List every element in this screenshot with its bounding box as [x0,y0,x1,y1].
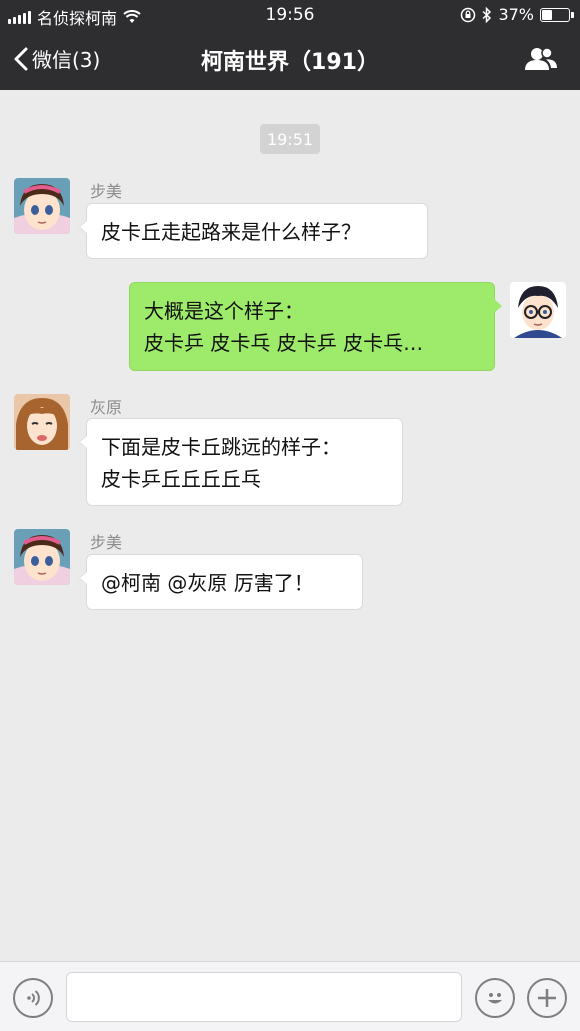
emoji-button[interactable] [475,978,515,1018]
emoji-icon [488,993,502,1004]
rotation-lock-icon [461,7,476,22]
message-bubble[interactable]: 下面是皮卡丘跳远的样子： 皮卡乒丘丘丘丘乓 [79,418,403,506]
message-bubble[interactable]: @柯南 @灰原 厉害了！ [79,554,363,610]
avatar-haibara[interactable] [14,394,70,450]
group-people-icon [525,47,557,70]
input-bar [0,961,580,1031]
more-button[interactable] [527,978,567,1018]
top-bar: 名侦探柯南 19:56 37% 微信(3) 柯南世界（191） [0,0,580,90]
sender-name: 步美 [90,533,123,552]
plus-icon [538,989,556,1007]
sender-name: 步美 [90,182,123,201]
avatar-ayumi[interactable] [14,178,70,234]
nav-bar: 微信(3) 柯南世界（191） [0,30,580,90]
battery-icon [540,7,574,22]
message-bubble[interactable]: 皮卡丘走起路来是什么样子？ [79,203,428,259]
avatar-self-conan[interactable] [510,282,566,338]
bluetooth-icon [482,6,492,23]
chat-title: 柯南世界（191） [201,50,379,75]
battery-fill [542,9,552,20]
voice-button[interactable] [13,978,53,1018]
status-right: 37% [460,5,574,24]
message-bubble-self[interactable]: 大概是这个样子： 皮卡乒 皮卡乓 皮卡乒 皮卡乓… [129,282,502,371]
status-bar: 名侦探柯南 19:56 37% [0,0,580,30]
chat-timestamp: 19:51 [260,124,320,154]
group-info-button[interactable] [524,46,558,76]
sender-name: 灰原 [90,398,123,417]
voice-icon [27,990,40,1006]
message-input[interactable] [66,972,462,1022]
avatar-ayumi[interactable] [14,529,70,585]
battery-percent: 37% [498,5,534,24]
